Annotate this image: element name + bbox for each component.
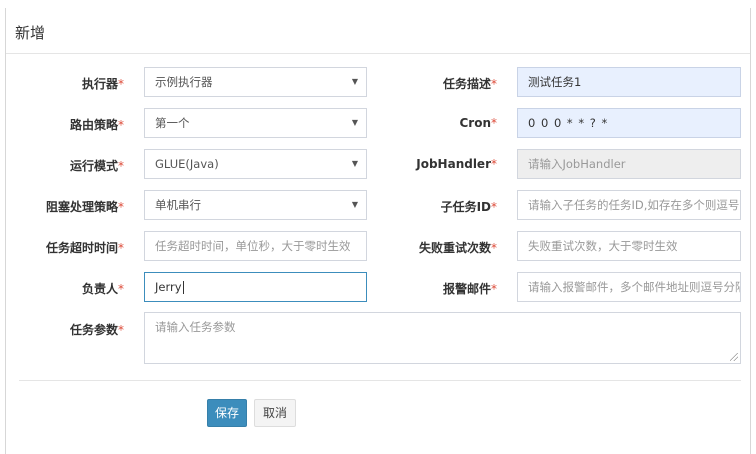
route-strategy-select[interactable]: 第一个 ▼ (144, 108, 367, 138)
job-handler-input[interactable]: 请输入JobHandler (517, 149, 741, 179)
job-handler-label: JobHandler* (416, 157, 497, 171)
author-label: 负责人* (81, 282, 124, 296)
cancel-button[interactable]: 取消 (254, 399, 296, 427)
job-desc-label: 任务描述* (442, 77, 497, 91)
fail-retry-input[interactable]: 失败重试次数，大于零时生效 (517, 231, 741, 261)
fail-retry-label: 失败重试次数* (418, 241, 497, 255)
save-button[interactable]: 保存 (207, 399, 247, 427)
caret-down-icon: ▼ (351, 118, 358, 127)
cron-label: Cron* (459, 116, 497, 130)
child-job-id-input[interactable]: 请输入子任务的任务ID,如存在多个则逗号分隔 (517, 190, 741, 220)
form-divider (19, 380, 741, 381)
block-strategy-label: 阻塞处理策略* (45, 200, 124, 214)
modal-title: 新增 (15, 24, 46, 42)
modal-header: 新增 (6, 8, 750, 54)
glue-type-select[interactable]: GLUE(Java) ▼ (144, 149, 367, 179)
executor-param-textarea[interactable]: 请输入任务参数 (144, 312, 741, 364)
route-strategy-label: 路由策略* (69, 118, 124, 132)
alarm-email-label: 报警邮件* (442, 282, 497, 296)
timeout-input[interactable]: 任务超时时间，单位秒，大于零时生效 (144, 231, 367, 261)
author-input[interactable]: Jerry (144, 272, 367, 302)
text-cursor (182, 281, 184, 294)
resize-handle-icon[interactable] (730, 353, 738, 361)
child-job-id-label: 子任务ID* (440, 200, 497, 214)
add-job-modal: 新增 执行器* 示例执行器 ▼ 任务描述* 测试任务1 路由策略* 第一个 ▼ Cr… (5, 8, 751, 454)
glue-type-label: 运行模式* (69, 159, 124, 173)
cron-input[interactable]: 0 0 0 * * ? * (517, 108, 741, 138)
alarm-email-input[interactable]: 请输入报警邮件，多个邮件地址则逗号分隔 (517, 272, 741, 302)
block-strategy-select[interactable]: 单机串行 ▼ (144, 190, 367, 220)
caret-down-icon: ▼ (351, 77, 358, 86)
caret-down-icon: ▼ (351, 159, 358, 168)
executor-select[interactable]: 示例执行器 ▼ (144, 67, 367, 97)
timeout-label: 任务超时时间* (45, 241, 124, 255)
job-desc-input[interactable]: 测试任务1 (517, 67, 741, 97)
executor-label: 执行器* (81, 77, 124, 91)
executor-param-label: 任务参数* (69, 323, 124, 337)
caret-down-icon: ▼ (351, 200, 358, 209)
